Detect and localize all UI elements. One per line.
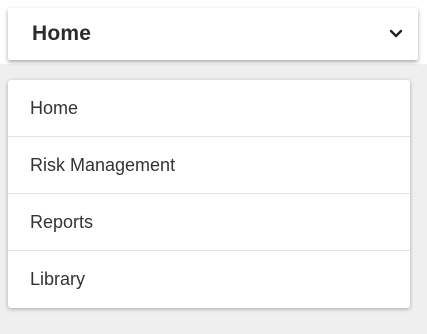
menu-item-reports[interactable]: Reports — [8, 194, 410, 251]
dropdown-menu: Home Risk Management Reports Library — [8, 80, 410, 308]
navigation-dropdown-screen: Home Home Risk Management Reports Librar… — [0, 0, 427, 334]
chevron-down-icon — [388, 26, 404, 42]
menu-item-risk-management[interactable]: Risk Management — [8, 137, 410, 194]
menu-item-home[interactable]: Home — [8, 80, 410, 137]
section-selector-dropdown[interactable]: Home — [8, 8, 418, 60]
menu-item-library[interactable]: Library — [8, 251, 410, 308]
selected-section-label: Home — [32, 22, 92, 45]
